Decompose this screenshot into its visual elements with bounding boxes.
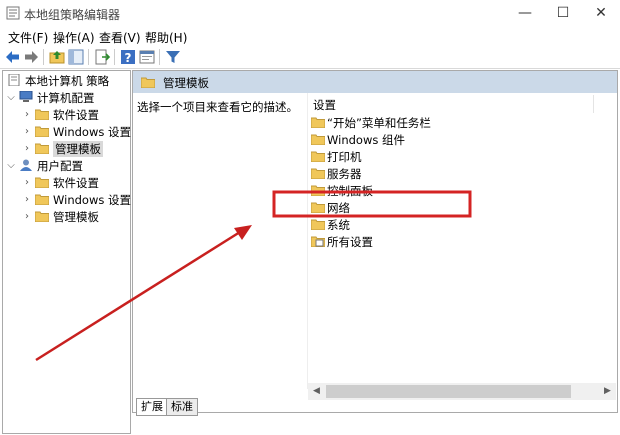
window-title: 本地组策略编辑器 (24, 8, 121, 22)
menu-action[interactable]: 操作(A) (53, 29, 95, 46)
tree-root-label: 本地计算机 策略 (25, 74, 110, 88)
list-item-label: 控制面板 (327, 184, 373, 198)
folder-icon (311, 185, 325, 196)
folder-icon (311, 219, 325, 230)
title-bar: 本地组策略编辑器 — ☐ ✕ (0, 0, 620, 26)
tree-item-label-selected: 管理模板 (53, 141, 103, 157)
tab-standard[interactable]: 标准 (166, 398, 198, 416)
folder-icon (311, 202, 325, 213)
tree-item-label: Windows 设置 (53, 193, 131, 207)
list-item-label: 所有设置 (327, 235, 373, 249)
folder-icon (35, 109, 49, 120)
user-icon (20, 159, 32, 171)
chevron-right-icon[interactable]: › (21, 208, 33, 225)
folder-icon (35, 211, 49, 222)
up-folder-icon[interactable] (48, 48, 66, 66)
folder-icon (141, 77, 155, 88)
menu-file[interactable]: 文件(F) (8, 29, 48, 46)
list-item-label: 系统 (327, 218, 350, 232)
column-divider[interactable] (593, 95, 594, 113)
folder-icon (311, 134, 325, 145)
toolbar: ? (0, 46, 620, 68)
close-button[interactable]: ✕ (588, 4, 614, 22)
filter-icon[interactable] (164, 48, 182, 66)
folder-icon (35, 177, 49, 188)
menu-bar: 文件(F) 操作(A) 查看(V) 帮助(H) (0, 26, 620, 46)
folder-icon (311, 168, 325, 179)
toolbar-divider (0, 68, 620, 69)
details-pane[interactable]: 管理模板 选择一个项目来查看它的描述。 设置 “开始”菜单和任务栏 Window… (132, 70, 618, 413)
tree-item-label: 软件设置 (53, 176, 99, 190)
details-header: 管理模板 (133, 71, 617, 93)
menu-help[interactable]: 帮助(H) (145, 29, 187, 46)
view-tabs: 扩展 标准 (132, 398, 432, 416)
tree-item-label: 软件设置 (53, 108, 99, 122)
tree-item-label: 管理模板 (53, 210, 99, 224)
minimize-button[interactable]: — (512, 4, 538, 22)
scroll-thumb[interactable] (326, 385, 571, 398)
console-tree-pane[interactable]: 本地计算机 策略 ⌵ 计算机配置 › 软件设置 › Windows 设置 › 管… (2, 70, 131, 434)
export-list-icon[interactable] (93, 48, 111, 66)
chevron-right-icon[interactable]: › (21, 106, 33, 123)
chevron-right-icon[interactable]: › (21, 140, 33, 157)
tree-item-label: Windows 设置 (53, 125, 131, 139)
list-item-label: “开始”菜单和任务栏 (327, 116, 431, 130)
description-text: 选择一个项目来查看它的描述。 (137, 100, 298, 114)
folder-icon (35, 143, 49, 154)
group-policy-app-icon (6, 6, 20, 20)
scroll-right-icon[interactable]: ▶ (599, 383, 616, 400)
list-item-label: 服务器 (327, 167, 362, 181)
chevron-right-icon[interactable]: › (21, 191, 33, 208)
chevron-down-icon[interactable]: ⌵ (5, 89, 17, 106)
folder-icon (35, 194, 49, 205)
chevron-right-icon[interactable]: › (21, 123, 33, 140)
svg-text:?: ? (125, 51, 132, 65)
computer-icon (19, 91, 33, 102)
list-item-label: Windows 组件 (327, 133, 405, 147)
column-header-settings[interactable]: 设置 (313, 97, 336, 113)
chevron-down-icon[interactable]: ⌵ (5, 157, 17, 174)
help-icon[interactable]: ? (119, 48, 137, 66)
tab-extended[interactable]: 扩展 (136, 398, 168, 416)
properties-icon[interactable] (138, 48, 156, 66)
tree-user-config-label: 用户配置 (37, 159, 83, 173)
show-hide-tree-icon[interactable] (67, 48, 85, 66)
details-header-title: 管理模板 (163, 76, 209, 90)
folder-icon (35, 126, 49, 137)
all-settings-icon (311, 236, 325, 247)
policy-document-icon (8, 74, 20, 86)
list-item-label: 网络 (327, 201, 350, 215)
folder-icon (311, 117, 325, 128)
list-item-label: 打印机 (327, 150, 362, 164)
back-arrow-icon[interactable] (4, 48, 22, 66)
menu-view[interactable]: 查看(V) (99, 29, 141, 46)
tree-computer-config-label: 计算机配置 (37, 91, 95, 105)
pane-splitter (307, 93, 308, 389)
maximize-button[interactable]: ☐ (550, 4, 576, 22)
forward-arrow-icon[interactable] (22, 48, 40, 66)
chevron-right-icon[interactable]: › (21, 174, 33, 191)
folder-icon (311, 151, 325, 162)
